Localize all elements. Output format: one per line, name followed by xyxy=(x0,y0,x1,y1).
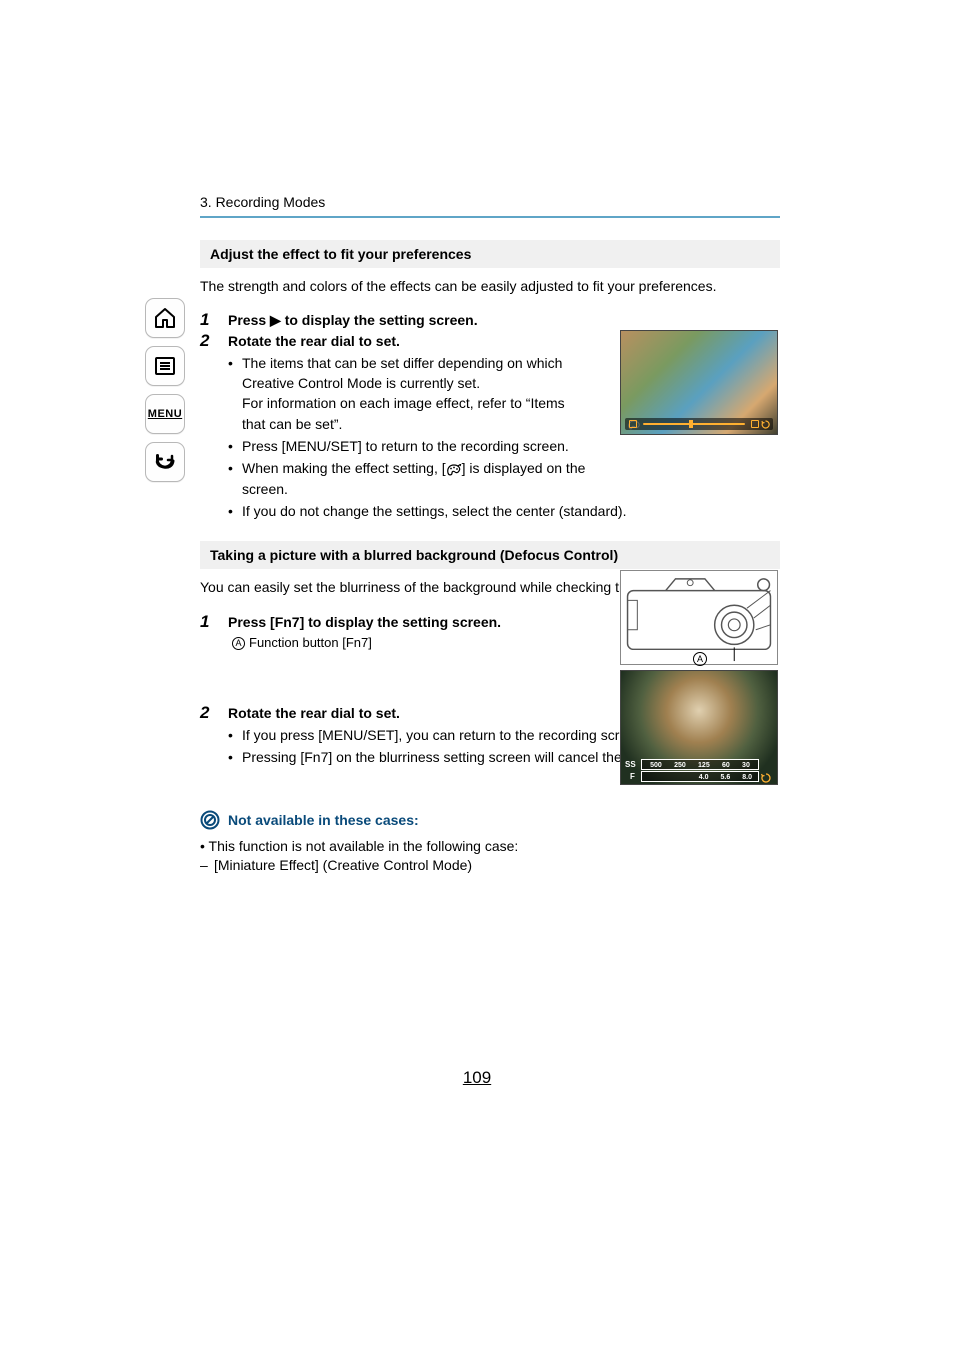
reset-icon xyxy=(760,770,772,780)
step2-b1b-post: ”. xyxy=(334,416,343,432)
slider-left-icon xyxy=(629,420,637,428)
f-label: F xyxy=(630,772,635,781)
step2-b3-pre: When making the effect setting, [ xyxy=(242,460,446,476)
reset-icon xyxy=(761,420,770,429)
home-icon xyxy=(153,306,177,330)
step2-title: Rotate the rear dial to set. xyxy=(228,333,400,349)
not-available-block: Not available in these cases: • This fun… xyxy=(200,810,780,873)
defocus-preview-illustration: SS F 5002501256030 4.05.68.0 xyxy=(620,670,778,785)
sidebar: MENU xyxy=(145,298,191,490)
slider-right-icon xyxy=(751,420,759,428)
back-icon xyxy=(153,450,177,474)
na-line2: [Miniature Effect] (Creative Control Mod… xyxy=(214,857,472,873)
menu-button[interactable]: MENU xyxy=(145,394,185,434)
step2-b4: If you do not change the settings, selec… xyxy=(242,501,780,521)
page: MENU 3. Recording Modes Adjust the effec… xyxy=(0,0,954,1348)
step-number: 1 xyxy=(200,310,228,330)
section2-title: Taking a picture with a blurred backgrou… xyxy=(200,541,780,569)
step2-b2: Press [MENU/SET] to return to the record… xyxy=(242,436,588,456)
effect-slider xyxy=(625,418,773,430)
caption-marker: A xyxy=(232,637,245,650)
step2-b1b-pre: For information on each image effect, re… xyxy=(242,395,530,411)
ss-label: SS xyxy=(625,760,636,769)
back-button[interactable] xyxy=(145,442,185,482)
step-number: 2 xyxy=(200,331,228,351)
step-number: 1 xyxy=(200,612,228,632)
ss-scale: 5002501256030 xyxy=(642,760,758,771)
home-button[interactable] xyxy=(145,298,185,338)
f-scale: 4.05.68.0 xyxy=(642,772,758,783)
toc-icon xyxy=(153,354,177,378)
toc-button[interactable] xyxy=(145,346,185,386)
step-number: 2 xyxy=(200,703,228,723)
menu-label: MENU xyxy=(148,408,182,420)
sec2-step1-caption: Function button [Fn7] xyxy=(249,635,372,650)
section1-intro: The strength and colors of the effects c… xyxy=(200,276,780,296)
camera-top-illustration xyxy=(620,570,778,665)
page-number[interactable]: 109 xyxy=(0,1068,954,1088)
palette-effect-icon xyxy=(446,463,462,477)
effect-preview-illustration xyxy=(620,330,778,435)
diagram-callout: A xyxy=(693,652,707,666)
step2-b1a: The items that can be set differ dependi… xyxy=(242,355,562,391)
sec2-step1-title: Press [Fn7] to display the setting scree… xyxy=(228,614,501,630)
section1-title: Adjust the effect to fit your preference… xyxy=(200,240,780,268)
step1-title: Press ▶ to display the setting screen. xyxy=(228,312,478,328)
sec2-step2-title: Rotate the rear dial to set. xyxy=(228,705,400,721)
prohibit-icon xyxy=(200,810,220,830)
not-available-title: Not available in these cases: xyxy=(228,812,419,828)
na-line1: This function is not available in the fo… xyxy=(209,838,519,854)
chapter-title: 3. Recording Modes xyxy=(200,194,780,210)
divider xyxy=(200,216,780,218)
